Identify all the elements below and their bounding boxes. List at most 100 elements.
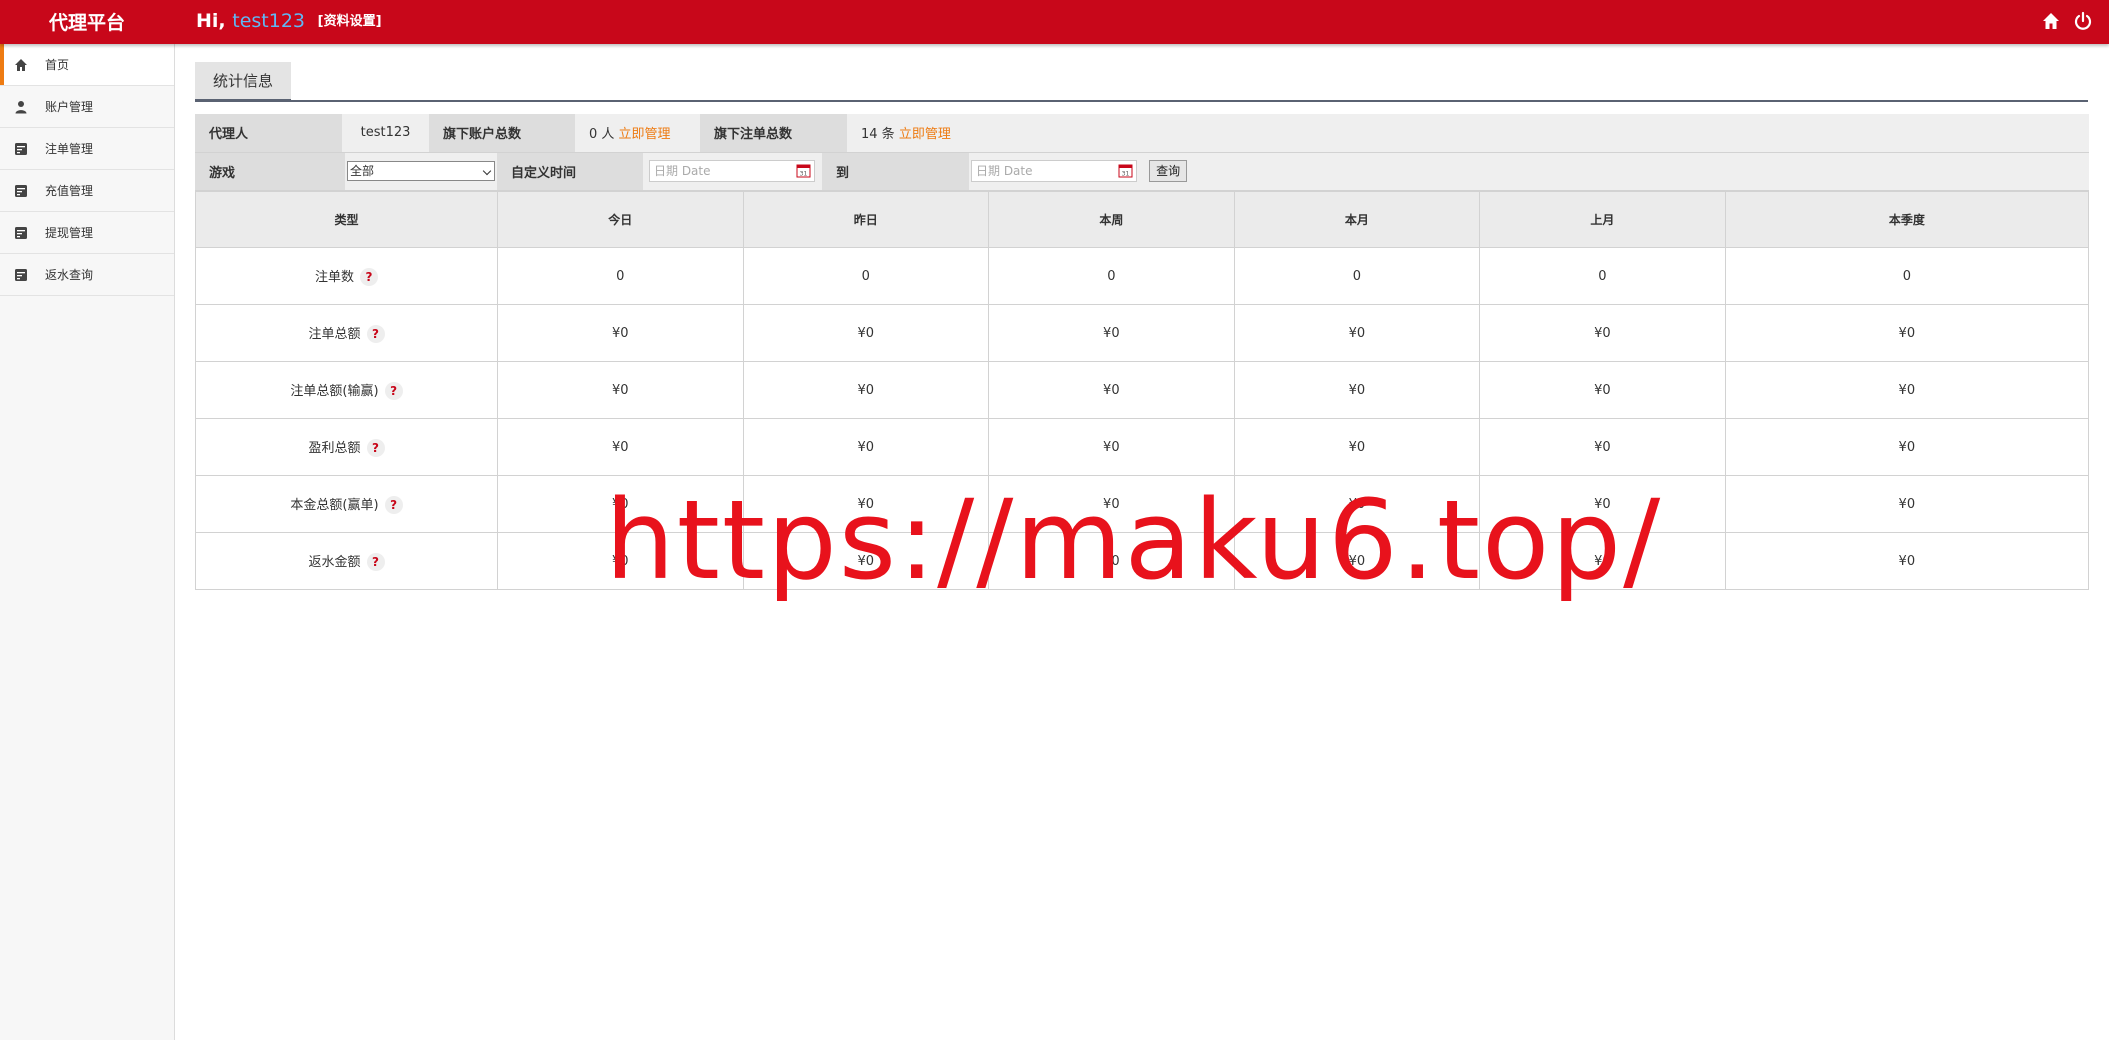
user-icon bbox=[15, 100, 27, 113]
row-label: 盈利总额 bbox=[308, 441, 361, 456]
sidebar-item-label: 充值管理 bbox=[45, 184, 94, 198]
info-row: 代理人 test123 旗下账户总数 0 人 立即管理 旗下注单总数 14 条 … bbox=[195, 114, 2089, 153]
table-cell: ¥0 bbox=[988, 418, 1235, 476]
table-cell: ¥0 bbox=[1233, 304, 1481, 362]
table-row: 注单数? 0 0 0 0 0 0 bbox=[195, 247, 2090, 305]
sidebar-item-recharge[interactable]: 充值管理 bbox=[0, 170, 174, 212]
accounts-manage-link[interactable]: 立即管理 bbox=[619, 127, 671, 142]
profile-settings-link[interactable]: [资料设置] bbox=[318, 14, 382, 29]
ledger-icon bbox=[15, 142, 27, 155]
end-date-input[interactable]: 日期 Date 31 bbox=[971, 160, 1137, 183]
table-cell: ¥0 bbox=[1479, 304, 1726, 362]
col-header-yesterday: 昨日 bbox=[742, 191, 990, 248]
table-cell: ¥0 bbox=[497, 304, 744, 362]
sidebar-item-label: 返水查询 bbox=[45, 268, 94, 282]
svg-text:31: 31 bbox=[1122, 171, 1130, 178]
row-label-cell: 注单总额(输赢)? bbox=[195, 361, 498, 419]
orders-value: 14 条 bbox=[861, 127, 895, 143]
sidebar-item-label: 注单管理 bbox=[45, 142, 94, 156]
col-header-today: 今日 bbox=[497, 191, 744, 248]
calendar-icon[interactable]: 31 bbox=[1118, 163, 1133, 178]
sidebar-item-withdraw[interactable]: 提现管理 bbox=[0, 212, 174, 254]
agent-label: 代理人 bbox=[195, 114, 342, 153]
col-header-last-month: 上月 bbox=[1479, 191, 1726, 248]
row-label: 本金总额(赢单) bbox=[290, 498, 379, 513]
query-button[interactable]: 查询 bbox=[1149, 160, 1188, 183]
table-cell: ¥0 bbox=[1233, 361, 1481, 419]
sidebar-item-accounts[interactable]: 账户管理 bbox=[0, 86, 174, 128]
game-label: 游戏 bbox=[195, 152, 345, 191]
row-label-cell: 盈利总额? bbox=[195, 418, 498, 476]
row-label-cell: 本金总额(赢单)? bbox=[195, 475, 498, 533]
home-icon bbox=[15, 58, 27, 71]
brand-title: 代理平台 bbox=[48, 12, 125, 34]
ledger-icon bbox=[15, 268, 27, 281]
ledger-icon bbox=[15, 184, 27, 197]
header-icons bbox=[2041, 11, 2093, 31]
chevron-down-icon bbox=[482, 167, 492, 176]
table-cell: ¥0 bbox=[1724, 532, 2090, 590]
col-header-type: 类型 bbox=[195, 191, 498, 248]
end-date-placeholder: 日期 Date bbox=[976, 164, 1033, 179]
help-icon[interactable]: ? bbox=[384, 496, 403, 514]
greeting: Hi, test123 [资料设置] bbox=[196, 10, 382, 36]
table-cell: 0 bbox=[988, 247, 1235, 305]
filter-table: 游戏 全部 自定义时间 日期 Date 31 到 日期 Date 31 查询 bbox=[195, 152, 2089, 191]
table-cell: 0 bbox=[1233, 247, 1481, 305]
stats-header-row: 类型 今日 昨日 本周 本月 上月 本季度 bbox=[195, 191, 2090, 248]
row-label: 注单总额 bbox=[308, 327, 361, 342]
row-label: 注单数 bbox=[314, 270, 354, 285]
table-cell: ¥0 bbox=[1724, 304, 2090, 362]
table-cell: ¥0 bbox=[742, 361, 990, 419]
start-date-input[interactable]: 日期 Date 31 bbox=[649, 160, 815, 183]
table-cell: ¥0 bbox=[1233, 418, 1481, 476]
col-header-this-quarter: 本季度 bbox=[1724, 191, 2090, 248]
game-selected-value: 全部 bbox=[350, 164, 375, 179]
username: test123 bbox=[232, 10, 306, 32]
table-cell: ¥0 bbox=[1724, 475, 2090, 533]
start-date-cell: 日期 Date 31 bbox=[643, 152, 822, 191]
table-cell: ¥0 bbox=[988, 304, 1235, 362]
calendar-icon[interactable]: 31 bbox=[796, 163, 811, 178]
row-label-cell: 返水金额? bbox=[195, 532, 498, 590]
orders-label: 旗下注单总数 bbox=[700, 114, 847, 153]
table-cell: 0 bbox=[1724, 247, 2090, 305]
to-label: 到 bbox=[822, 152, 969, 191]
help-icon[interactable]: ? bbox=[366, 325, 385, 343]
tab-bar: 统计信息 bbox=[195, 60, 2088, 102]
row-label-cell: 注单总额? bbox=[195, 304, 498, 362]
game-select[interactable]: 全部 bbox=[347, 161, 495, 182]
orders-cell: 14 条 立即管理 bbox=[847, 114, 2089, 153]
custom-time-label: 自定义时间 bbox=[497, 152, 643, 191]
greeting-prefix: Hi, bbox=[196, 10, 226, 32]
help-icon[interactable]: ? bbox=[366, 553, 385, 571]
table-row: 注单总额? ¥0 ¥0 ¥0 ¥0 ¥0 ¥0 bbox=[195, 304, 2090, 362]
agent-value: test123 bbox=[342, 114, 429, 153]
power-icon[interactable] bbox=[2073, 11, 2093, 31]
row-label: 注单总额(输赢) bbox=[290, 384, 379, 399]
table-cell: ¥0 bbox=[742, 304, 990, 362]
table-cell: ¥0 bbox=[1479, 361, 1726, 419]
col-header-this-week: 本周 bbox=[988, 191, 1235, 248]
sidebar-item-label: 账户管理 bbox=[45, 100, 94, 114]
help-icon[interactable]: ? bbox=[360, 268, 378, 286]
table-cell: ¥0 bbox=[742, 418, 990, 476]
accounts-cell: 0 人 立即管理 bbox=[575, 114, 700, 153]
home-icon[interactable] bbox=[2041, 11, 2061, 31]
sidebar-item-orders[interactable]: 注单管理 bbox=[0, 128, 174, 170]
table-row: 注单总额(输赢)? ¥0 ¥0 ¥0 ¥0 ¥0 ¥0 bbox=[195, 361, 2090, 419]
sidebar: 首页 账户管理 注单管理 充值管理 提现管理 返水查询 bbox=[0, 44, 175, 1040]
tab-statistics[interactable]: 统计信息 bbox=[195, 62, 292, 102]
orders-manage-link[interactable]: 立即管理 bbox=[899, 127, 951, 142]
accounts-value: 0 人 bbox=[589, 127, 615, 143]
sidebar-item-rebate[interactable]: 返水查询 bbox=[0, 254, 174, 296]
help-icon[interactable]: ? bbox=[384, 382, 403, 400]
table-cell: 0 bbox=[742, 247, 990, 305]
accounts-label: 旗下账户总数 bbox=[429, 114, 575, 153]
watermark-url: https://maku6.top/ bbox=[605, 476, 1663, 604]
svg-text:31: 31 bbox=[800, 171, 808, 178]
sidebar-item-home[interactable]: 首页 bbox=[0, 44, 174, 86]
sidebar-item-label: 首页 bbox=[45, 58, 70, 72]
table-cell: ¥0 bbox=[497, 361, 744, 419]
help-icon[interactable]: ? bbox=[366, 439, 385, 457]
